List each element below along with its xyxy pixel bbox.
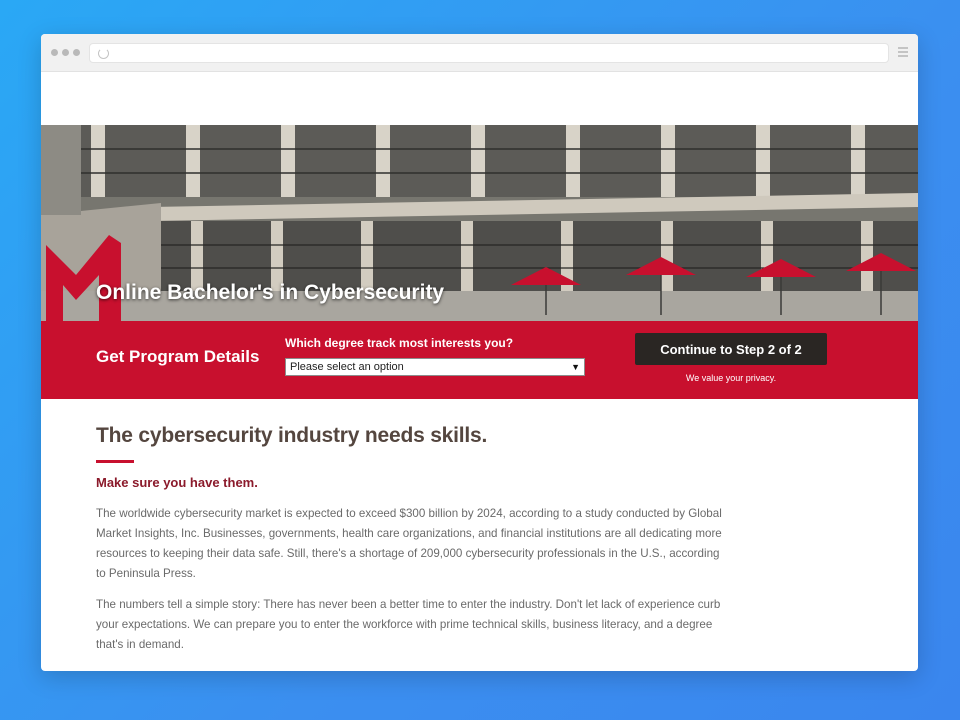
degree-track-label: Which degree track most interests you? [285, 336, 514, 350]
window-dot[interactable] [51, 49, 58, 56]
reload-icon[interactable] [98, 48, 109, 59]
header-spacer [41, 72, 918, 125]
address-bar[interactable] [89, 43, 889, 63]
window-dot[interactable] [73, 49, 80, 56]
hero-title: Online Bachelor's in Cybersecurity [96, 281, 445, 304]
degree-track-select[interactable]: Please select an option ▼ [285, 358, 585, 376]
privacy-note: We value your privacy. [685, 373, 777, 383]
menu-icon[interactable] [898, 47, 908, 57]
section-subheading: Make sure you have them. [96, 475, 258, 490]
browser-window: Online Bachelor's in Cybersecurity Get P… [41, 34, 918, 671]
window-dot[interactable] [62, 49, 69, 56]
window-controls [51, 49, 80, 56]
body-paragraph: The worldwide cybersecurity market is ex… [96, 507, 722, 580]
chevron-down-icon: ▼ [571, 362, 580, 372]
continue-button[interactable]: Continue to Step 2 of 2 [635, 333, 827, 365]
section-heading: The cybersecurity industry needs skills. [96, 424, 488, 447]
body-paragraph: The numbers tell a simple story: There h… [96, 598, 721, 651]
select-value: Please select an option [290, 361, 404, 373]
lead-form: Get Program Details Which degree track m… [41, 321, 918, 399]
main-content: The cybersecurity industry needs skills.… [41, 399, 918, 655]
browser-chrome [41, 34, 918, 72]
heading-underline [96, 460, 134, 463]
form-heading: Get Program Details [96, 347, 260, 366]
hero-banner: Online Bachelor's in Cybersecurity [41, 125, 918, 321]
